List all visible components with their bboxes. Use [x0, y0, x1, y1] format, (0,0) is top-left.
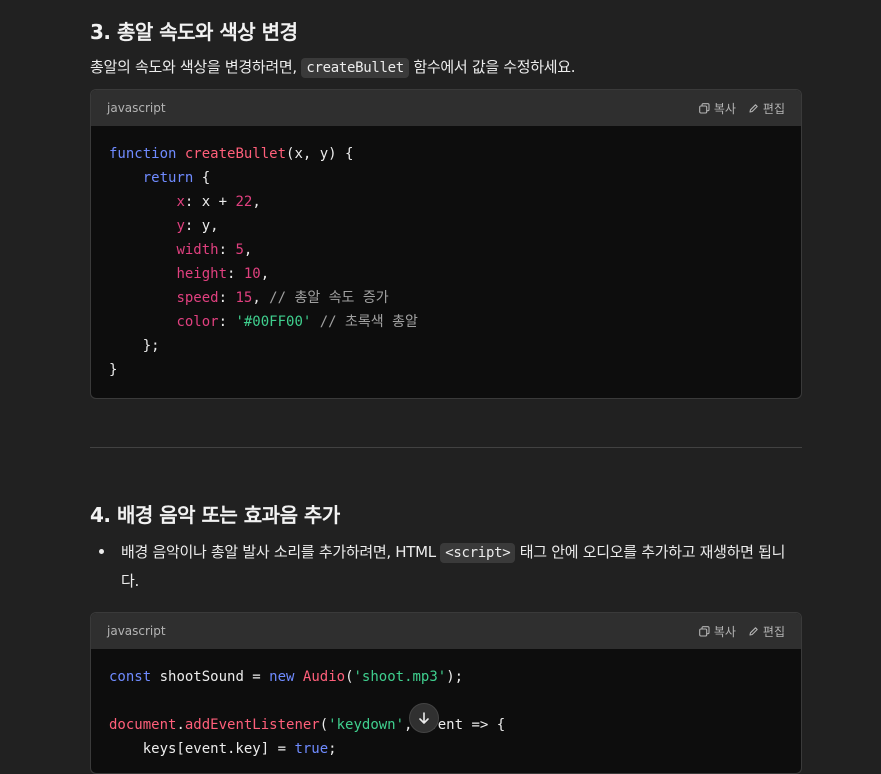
code-block-actions: 복사 편집: [698, 623, 785, 640]
section-divider: [90, 447, 802, 448]
code-block-header: javascript 복사 편집: [91, 90, 801, 126]
inline-code: <script>: [440, 543, 516, 563]
scroll-to-bottom-button[interactable]: [409, 703, 439, 733]
list-item: 배경 음악이나 총알 발사 소리를 추가하려면, HTML <script> 태…: [99, 538, 802, 595]
code-block-header: javascript 복사 편집: [91, 613, 801, 649]
inline-code: createBullet: [301, 58, 409, 78]
paragraph-text: 총알의 속도와 색상을 변경하려면,: [90, 58, 302, 76]
edit-code-button[interactable]: 편집: [748, 100, 785, 117]
edit-icon: [749, 103, 758, 113]
code-block-actions: 복사 편집: [698, 100, 785, 117]
copy-code-button[interactable]: 복사: [698, 623, 736, 640]
copy-label: 복사: [713, 101, 736, 116]
code-language-label: javascript: [107, 624, 166, 638]
code-block-2: javascript 복사 편집 const shootSound = new …: [90, 612, 802, 774]
section-3-heading: 3. 총알 속도와 색상 변경: [90, 20, 298, 44]
code-block-body: const shootSound = new Audio('shoot.mp3'…: [91, 649, 801, 773]
section-4-heading: 4. 배경 음악 또는 효과음 추가: [90, 503, 340, 527]
code-text: function createBullet(x, y) { return { x…: [109, 146, 418, 378]
copy-code-button[interactable]: 복사: [698, 100, 736, 117]
edit-label: 편집: [762, 101, 785, 116]
code-text: const shootSound = new Audio('shoot.mp3'…: [109, 669, 506, 757]
code-block-1: javascript 복사 편집 function createBullet(x…: [90, 89, 802, 399]
copy-icon: [698, 102, 710, 114]
edit-code-button[interactable]: 편집: [748, 623, 785, 640]
edit-icon: [749, 626, 758, 636]
code-language-label: javascript: [107, 101, 166, 115]
edit-label: 편집: [762, 624, 785, 639]
paragraph-text: 함수에서 값을 수정하세요.: [408, 58, 576, 76]
section-3-paragraph: 총알의 속도와 색상을 변경하려면, createBullet 함수에서 값을 …: [90, 56, 576, 79]
bullet-text: 배경 음악이나 총알 발사 소리를 추가하려면, HTML: [121, 543, 441, 561]
copy-label: 복사: [713, 624, 736, 639]
code-block-body: function createBullet(x, y) { return { x…: [91, 126, 801, 398]
arrow-down-icon: [419, 712, 429, 724]
section-4-list: 배경 음악이나 총알 발사 소리를 추가하려면, HTML <script> 태…: [90, 538, 802, 595]
copy-icon: [698, 625, 710, 637]
